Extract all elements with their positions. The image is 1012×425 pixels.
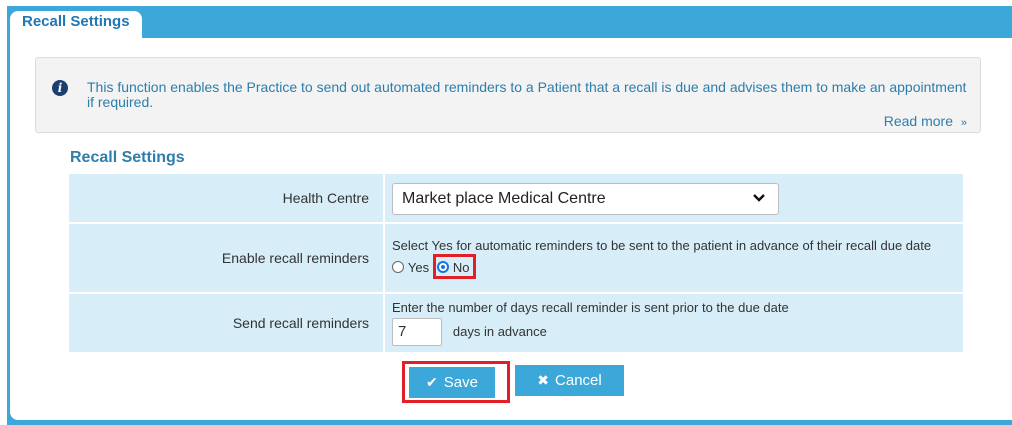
health-centre-select[interactable]: Market place Medical Centre: [392, 183, 779, 215]
check-icon: ✔: [426, 374, 438, 390]
health-centre-label: Health Centre: [69, 174, 385, 222]
info-box: i This function enables the Practice to …: [35, 57, 981, 133]
send-reminders-description: Enter the number of days recall reminder…: [392, 299, 789, 315]
cancel-label: Cancel: [555, 372, 602, 389]
save-button[interactable]: ✔ Save: [409, 367, 495, 398]
days-suffix: days in advance: [452, 324, 547, 339]
send-reminders-cell: Enter the number of days recall reminder…: [385, 294, 963, 352]
days-input[interactable]: 7: [392, 317, 442, 346]
row-enable-reminders: Enable recall reminders Select Yes for a…: [69, 224, 963, 292]
section-title: Recall Settings: [70, 149, 185, 166]
radio-no-button[interactable]: [437, 260, 449, 273]
enable-reminders-cell: Select Yes for automatic reminders to be…: [385, 224, 963, 292]
health-centre-cell: Market place Medical Centre: [385, 174, 963, 222]
read-more-link[interactable]: Read more »: [884, 113, 967, 129]
tab-label: Recall Settings: [22, 13, 130, 30]
enable-reminders-label: Enable recall reminders: [69, 224, 385, 292]
health-centre-value: Market place Medical Centre: [402, 190, 606, 207]
radio-yes-label: Yes: [407, 259, 430, 275]
radio-no-highlight: No: [433, 253, 476, 280]
radio-yes-button[interactable]: [392, 260, 404, 273]
double-chevron-down-icon: »: [960, 117, 967, 129]
radio-no-label: No: [452, 259, 470, 275]
enable-reminders-description: Select Yes for automatic reminders to be…: [392, 237, 932, 253]
row-send-reminders: Send recall reminders Enter the number o…: [69, 294, 963, 352]
send-reminders-label: Send recall reminders: [69, 294, 385, 352]
read-more-label: Read more: [883, 113, 953, 129]
info-text: This function enables the Practice to se…: [87, 79, 967, 110]
close-icon: ✖: [537, 372, 550, 388]
cancel-button[interactable]: ✖ Cancel: [515, 365, 624, 396]
tab-recall-settings[interactable]: Recall Settings: [10, 11, 142, 38]
info-icon: i: [52, 80, 68, 96]
settings-table: Health Centre Market place Medical Centr…: [69, 172, 963, 354]
save-label: Save: [443, 374, 478, 391]
radio-yes[interactable]: Yes: [392, 258, 433, 274]
chevron-down-icon: [752, 187, 766, 210]
save-highlight: ✔ Save: [402, 361, 510, 403]
row-health-centre: Health Centre Market place Medical Centr…: [69, 174, 963, 222]
